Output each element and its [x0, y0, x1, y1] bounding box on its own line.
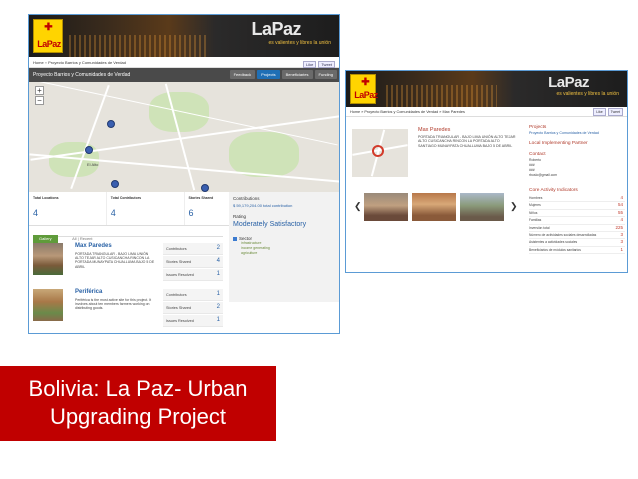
table-row: Número de actividades sociales desarroll… [529, 232, 625, 240]
map-marker[interactable] [111, 180, 119, 188]
breadcrumb-project[interactable]: Proyecto Barrios y Comunidades de Verdad [364, 110, 438, 114]
breadcrumb: Home » Proyecto Barrios y Comunidades de… [346, 107, 627, 117]
tab-feedback[interactable]: Feedback [229, 70, 256, 79]
lapaz-logo[interactable]: ✚ LaPaz [350, 74, 378, 104]
photo-gallery: ❮ ❯ [354, 193, 524, 223]
gallery-next-button[interactable]: ❯ [510, 201, 518, 212]
breadcrumb-home[interactable]: Home [350, 110, 360, 114]
breadcrumb: Home » Proyecto Barrios y Comunidades de… [29, 57, 339, 68]
map-zoom-controls: + − [35, 86, 44, 106]
table-row: Beneficiarios de módulos sanitarios 1 [529, 247, 625, 255]
table-row: Hombres 4 [529, 195, 625, 203]
contact-line: Roberto [529, 158, 542, 162]
gallery-prev-button[interactable]: ❮ [354, 201, 362, 212]
social-buttons: Like Tweet [302, 61, 335, 68]
gallery-button[interactable]: Gallery [33, 235, 58, 243]
gallery-photo[interactable] [412, 193, 456, 221]
rating-value: Moderately Satisfactory [233, 221, 307, 228]
rating-label: Rating [233, 214, 247, 219]
zoom-in-button[interactable]: + [35, 86, 44, 95]
social-buttons: Like Tweet [593, 108, 623, 116]
story-description: PORTADA TRIANGULAR - BAJO LIMA UNIÓN ALT… [75, 252, 155, 269]
list-item[interactable]: Periférica Periférica is the most active… [33, 289, 223, 331]
story-photo [33, 289, 63, 321]
gallery-photo[interactable] [364, 193, 408, 221]
gallery-photo[interactable] [460, 193, 504, 221]
site-info-panel: Projects Proyecto Barrios y Comunidades … [529, 125, 625, 177]
sector-item[interactable]: agriculture [241, 251, 335, 256]
story-photo [33, 243, 63, 275]
contact-heading: Contact [529, 152, 546, 157]
slide-caption: Bolivia: La Paz- Urban Upgrading Project [0, 366, 276, 441]
contributions-amount: $ 59,179,204.00 total contribution [233, 203, 293, 208]
table-row: Niños 55 [529, 210, 625, 218]
tweet-button[interactable]: Tweet [318, 61, 335, 68]
caption-line-2: Upgrading Project [49, 404, 227, 429]
gallery-filter[interactable]: All | Recent [72, 236, 92, 241]
site-detail-screenshot: ✚ LaPaz LaPaz es valientes y libres la u… [345, 70, 628, 273]
site-title: Max Paredes [418, 127, 451, 133]
projects-heading: Projects [529, 125, 547, 130]
story-metrics: Contributors 2 Stories Shared 4 Issues Res… [163, 243, 223, 282]
map-place-label: El Alto [87, 162, 99, 167]
contact-line: ### [529, 168, 535, 172]
map-marker[interactable] [107, 120, 115, 128]
map-marker[interactable] [201, 184, 209, 192]
lapaz-logo[interactable]: ✚ LaPaz [33, 19, 63, 53]
tweet-button[interactable]: Tweet [607, 108, 623, 116]
project-title-bar: Proyecto Barrios y Comunidades de Verdad… [29, 68, 339, 82]
brand-title: LaPaz es valientes y libres la unión [251, 19, 331, 46]
table-row: Asistentes a actividades sociales 3 [529, 239, 625, 247]
indicators-heading: Core Activity Indicators [529, 188, 578, 193]
story-name[interactable]: Periférica [75, 289, 102, 295]
story-metrics: Contributors 1 Stories Shared 2 Issues Res… [163, 289, 223, 328]
breadcrumb-site: Max Paredes [442, 110, 465, 114]
stat-total-contributors: Total Contributors 4 [107, 192, 185, 225]
site-map[interactable] [352, 129, 408, 177]
map-marker[interactable] [85, 146, 93, 154]
contributions-heading: Contributions [233, 196, 260, 201]
location-marker-icon[interactable] [372, 145, 384, 157]
table-row: Familias 4 [529, 217, 625, 225]
zoom-out-button[interactable]: − [35, 96, 44, 105]
breadcrumb-project[interactable]: Proyecto Barrios y Comunidades de Verdad [48, 60, 126, 65]
contact-line: ### [529, 163, 535, 167]
like-button[interactable]: Like [302, 61, 317, 68]
story-description: Periférica is the most active site for t… [75, 298, 152, 311]
site-description: PORTADA TRIANGULAR - BAJO LIMA UNIÓN ALT… [418, 135, 516, 148]
site-banner: ✚ LaPaz LaPaz es valientes y libres la u… [346, 71, 627, 107]
partner-heading: Local Implementing Partner [529, 141, 588, 146]
contact-email[interactable]: rbuslo@gmail.com [529, 173, 625, 177]
project-page-screenshot: ✚ LaPaz LaPaz es valientes y libres la u… [28, 14, 340, 334]
sector-checkbox-icon [233, 236, 237, 241]
table-row: Mujeres 54 [529, 202, 625, 210]
contributions-panel: Contributions $ 59,179,204.00 total cont… [229, 192, 339, 302]
city-night-photo [386, 85, 497, 107]
tab-funding[interactable]: Funding [314, 70, 337, 79]
cross-icon: ✚ [44, 22, 53, 33]
cross-icon: ✚ [361, 77, 370, 88]
city-night-photo [69, 35, 209, 57]
core-indicators-table: Core Activity Indicators Hombres 4 Mujere… [529, 188, 625, 255]
caption-line-1: Bolivia: La Paz- Urban [28, 376, 248, 401]
tab-beneficiaries[interactable]: Beneficiaries [281, 70, 313, 79]
like-button[interactable]: Like [593, 108, 606, 116]
brand-title: LaPaz es valientes y libres la unión [548, 74, 619, 97]
projects-link[interactable]: Proyecto Barrios y Comunidades de Verdad [529, 131, 625, 135]
project-title: Proyecto Barrios y Comunidades de Verdad [33, 72, 131, 78]
project-map[interactable]: + − El Alto [29, 82, 339, 192]
gallery-bar: Gallery All | Recent [33, 227, 223, 243]
story-name[interactable]: Max Paredes [75, 243, 112, 249]
stat-total-locations: Total Locations 4 [29, 192, 107, 225]
list-item[interactable]: Max Paredes PORTADA TRIANGULAR - BAJO LI… [33, 243, 223, 285]
breadcrumb-home[interactable]: Home [33, 60, 44, 65]
table-row: Inversión total 225 [529, 225, 625, 232]
site-banner: ✚ LaPaz LaPaz es valientes y libres la u… [29, 15, 339, 57]
tab-projects[interactable]: Projects [257, 70, 280, 79]
